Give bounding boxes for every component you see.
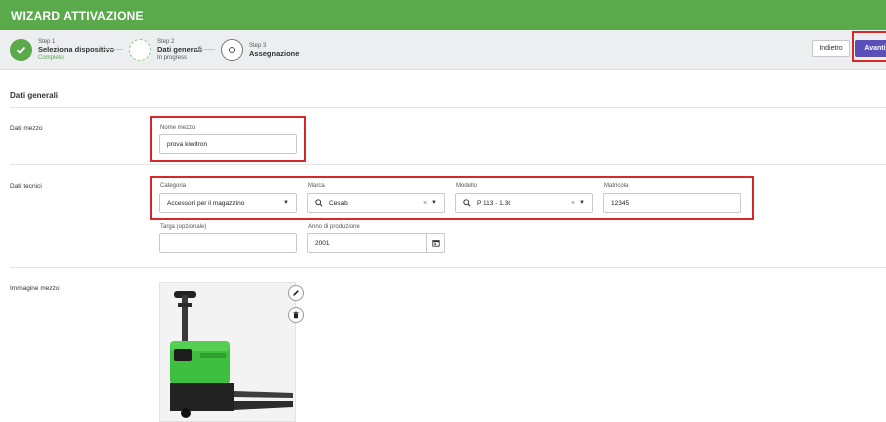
- row-label-dati-mezzo: Dati mezzo: [10, 125, 43, 132]
- step-1-title: Seleziona dispositivo: [38, 45, 115, 54]
- step-3[interactable]: Step 3 Assegnazione: [221, 37, 299, 63]
- chevron-down-icon: ▼: [283, 200, 289, 206]
- pencil-icon[interactable]: [288, 285, 304, 301]
- divider: [10, 107, 886, 108]
- step-connector: [195, 49, 215, 50]
- anno-input[interactable]: 2001: [307, 233, 445, 253]
- step-2[interactable]: Step 2 Dati generali In progress: [129, 37, 202, 63]
- nome-mezzo-label: Nome mezzo: [160, 125, 196, 131]
- step-1[interactable]: Step 1 Seleziona dispositivo Completo: [10, 37, 114, 63]
- modello-value: P 113 - 1.3t: [477, 199, 511, 207]
- search-icon: [315, 199, 323, 207]
- vehicle-image: [159, 282, 296, 422]
- trash-icon[interactable]: [288, 307, 304, 323]
- nome-mezzo-value: prova kiwitron: [167, 140, 208, 148]
- page-title: Dati generali: [10, 91, 59, 100]
- row-label-immagine-mezzo: Immagine mezzo: [10, 285, 60, 292]
- targa-label: Targa (opzionale): [160, 224, 207, 230]
- back-button[interactable]: Indietro: [812, 40, 850, 57]
- spinner-icon: [129, 39, 151, 61]
- divider: [10, 164, 886, 165]
- step-2-title: Dati generali: [157, 45, 203, 54]
- divider: [10, 267, 886, 268]
- check-icon: [10, 39, 32, 61]
- categoria-value: Accessori per il magazzino: [167, 199, 245, 207]
- targa-input[interactable]: [159, 233, 297, 253]
- calendar-icon[interactable]: [426, 234, 444, 252]
- chevron-down-icon[interactable]: ▼: [579, 200, 585, 206]
- anno-value: 2001: [315, 239, 330, 247]
- clear-icon[interactable]: ×: [571, 200, 575, 207]
- wizard-title: WIZARD ATTIVAZIONE: [0, 0, 886, 30]
- marca-value: Cesab: [329, 199, 348, 207]
- forklift-image: [170, 291, 293, 418]
- clear-icon[interactable]: ×: [423, 200, 427, 207]
- search-icon: [463, 199, 471, 207]
- step-2-status: In progress: [157, 55, 188, 61]
- step-3-title: Assegnazione: [249, 49, 300, 58]
- chevron-down-icon[interactable]: ▼: [431, 200, 437, 206]
- marca-label: Marca: [308, 183, 325, 189]
- row-label-dati-tecnici: Dati tecnici: [10, 183, 42, 190]
- step-connector: [103, 49, 123, 50]
- nome-mezzo-input[interactable]: prova kiwitron: [159, 134, 297, 154]
- next-button[interactable]: Avanti: [855, 40, 886, 57]
- modello-select[interactable]: P 113 - 1.3t × ▼: [455, 193, 593, 213]
- matricola-value: 12345: [611, 199, 630, 207]
- modello-label: Modello: [456, 183, 478, 189]
- step-1-status: Completo: [38, 55, 64, 61]
- categoria-select[interactable]: Accessori per il magazzino ▼: [159, 193, 297, 213]
- matricola-input[interactable]: 12345: [603, 193, 741, 213]
- matricola-label: Matricola: [604, 183, 629, 189]
- categoria-label: Categoria: [160, 183, 187, 189]
- circle-icon: [221, 39, 243, 61]
- marca-select[interactable]: Cesab × ▼: [307, 193, 445, 213]
- anno-label: Anno di produzione: [308, 224, 360, 230]
